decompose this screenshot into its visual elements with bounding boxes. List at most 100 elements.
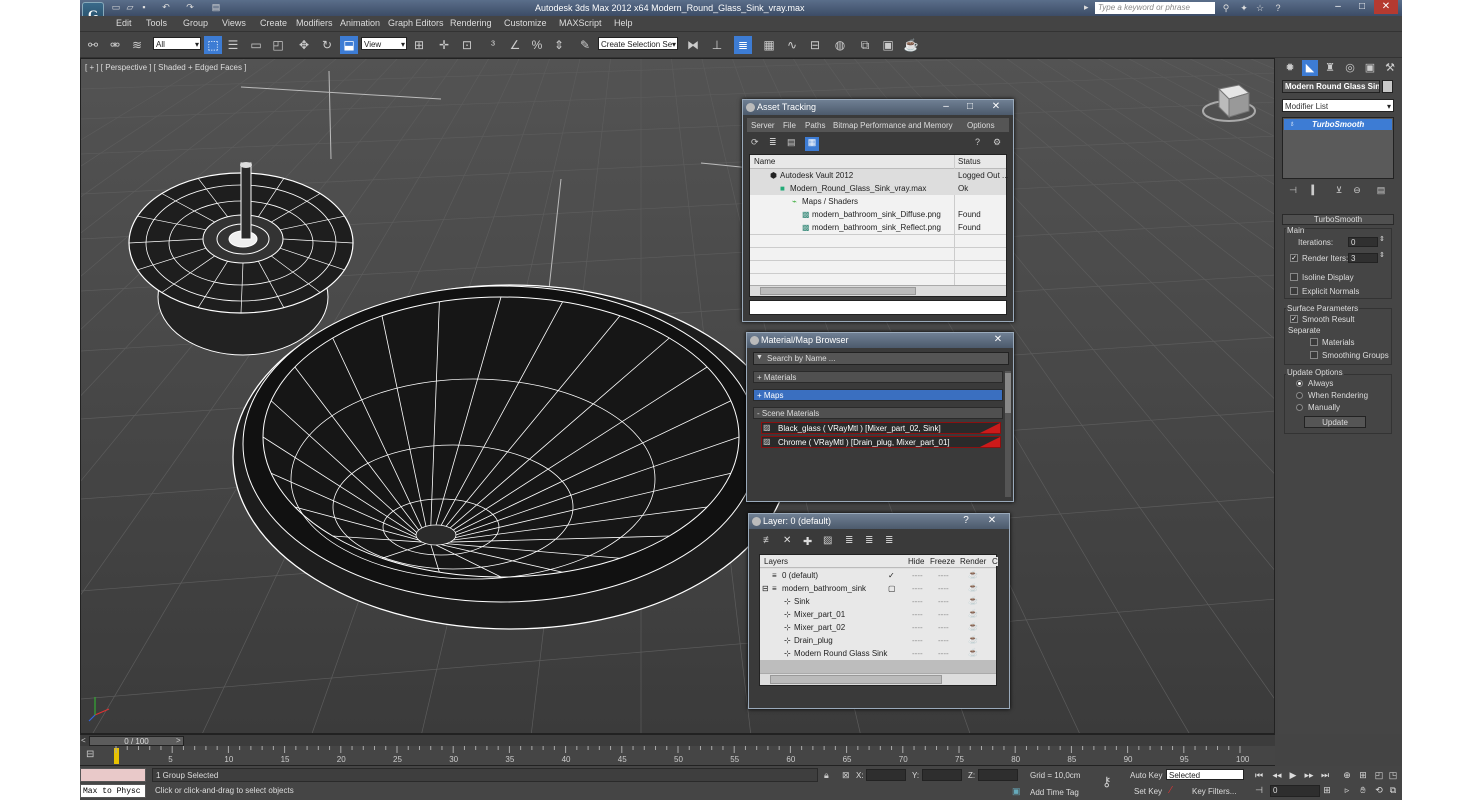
- layer-hscrollbar[interactable]: [760, 673, 996, 685]
- material-editor-icon[interactable]: ◍: [831, 36, 849, 54]
- material-row-chrome[interactable]: Chrome ( VRayMtl ) [Drain_plug, Mixer_pa…: [761, 436, 1001, 448]
- update-when-rendering-radio[interactable]: [1296, 392, 1303, 399]
- asset-row-maps[interactable]: Maps / Shaders: [802, 195, 858, 208]
- maximize-viewport-icon[interactable]: ⧉: [1386, 784, 1400, 796]
- tree-view-icon[interactable]: ▤: [787, 137, 799, 149]
- layer-dialog-close-button[interactable]: ✕: [985, 515, 999, 527]
- unlink-icon[interactable]: ⚮: [106, 36, 124, 54]
- menu-maxscript[interactable]: MAXScript: [559, 18, 602, 28]
- render-teapot-icon[interactable]: ☕: [968, 609, 978, 618]
- zoom-all-icon[interactable]: ⊞: [1356, 769, 1370, 781]
- rect-selection-icon[interactable]: ▭: [247, 36, 265, 54]
- maximize-button[interactable]: □: [1350, 0, 1374, 14]
- active-layer-check-icon[interactable]: ✓: [888, 569, 895, 582]
- iterations-spinner-arrows-icon[interactable]: ⇕: [1379, 235, 1385, 243]
- isoline-display-checkbox[interactable]: [1290, 273, 1298, 281]
- time-slider-track[interactable]: < 0 / 100 >: [80, 734, 1275, 746]
- reference-coordinate-dropdown[interactable]: View: [361, 37, 407, 51]
- render-iters-checkbox[interactable]: ✓: [1290, 254, 1298, 262]
- section-materials[interactable]: + Materials: [753, 371, 1003, 383]
- explicit-normals-checkbox[interactable]: [1290, 287, 1298, 295]
- search-input[interactable]: Type a keyword or phrase: [1095, 2, 1215, 14]
- minimize-button[interactable]: –: [1326, 0, 1350, 14]
- asset-col-status[interactable]: Status: [958, 157, 981, 166]
- named-selection-dropdown[interactable]: Create Selection Se: [598, 37, 678, 51]
- new-layer-icon[interactable]: ≢: [763, 535, 773, 546]
- key-mode-toggle-icon[interactable]: ⊣: [1252, 784, 1266, 796]
- select-object-icon[interactable]: ⬚: [204, 36, 222, 54]
- zoom-icon[interactable]: ⊕: [1340, 769, 1354, 781]
- set-current-layer-icon[interactable]: ▢: [888, 582, 896, 595]
- key-mode-icon[interactable]: ⚷: [1102, 774, 1112, 790]
- update-always-radio[interactable]: [1296, 380, 1303, 387]
- at-settings-icon[interactable]: ⚙: [993, 137, 1001, 148]
- layer-manager-icon[interactable]: ≣: [734, 36, 752, 54]
- pan-icon[interactable]: ✋︎: [1356, 784, 1370, 796]
- save-icon[interactable]: ▪: [138, 2, 150, 13]
- hide-flag[interactable]: ----: [912, 584, 923, 593]
- object-color-swatch[interactable]: [1382, 80, 1393, 93]
- at-menu-file[interactable]: File: [783, 121, 796, 130]
- bulb-icon[interactable]: ♁: [1289, 120, 1297, 128]
- render-teapot-icon[interactable]: ☕: [968, 596, 978, 605]
- modifier-list-dropdown[interactable]: Modifier List: [1282, 99, 1394, 113]
- schematic-view-icon[interactable]: ⊟: [806, 36, 824, 54]
- binoculars-icon[interactable]: ⚲: [1220, 2, 1232, 14]
- hide-flag[interactable]: ----: [912, 597, 923, 606]
- undo-icon[interactable]: ↶: [160, 2, 172, 13]
- hide-flag[interactable]: ----: [912, 571, 923, 580]
- scale-icon[interactable]: ⬓: [340, 36, 358, 54]
- move-icon[interactable]: ✥: [295, 36, 313, 54]
- freeze-flag[interactable]: ----: [938, 610, 949, 619]
- percent-snap-icon[interactable]: %: [528, 36, 546, 54]
- spinner-snap-icon[interactable]: ⇕: [550, 36, 568, 54]
- highlight-layer-icon[interactable]: ≣: [845, 535, 853, 546]
- menu-views[interactable]: Views: [222, 18, 246, 28]
- help-icon[interactable]: ?: [1272, 2, 1284, 14]
- object-name-field[interactable]: Modern Round Glass Sink: [1282, 80, 1380, 93]
- asset-row-vault[interactable]: Autodesk Vault 2012: [780, 169, 853, 182]
- asset-row-reflect[interactable]: modern_bathroom_sink_Reflect.png: [812, 221, 941, 234]
- list-view-icon[interactable]: ≣: [769, 137, 781, 149]
- absolute-mode-icon[interactable]: ⊠: [842, 770, 850, 781]
- menu-group[interactable]: Group: [183, 18, 208, 28]
- object-name-drain-plug[interactable]: Drain_plug: [794, 634, 833, 647]
- zoom-extents-all-icon[interactable]: ◳: [1386, 769, 1400, 781]
- layer-col-layers[interactable]: Layers: [764, 557, 789, 566]
- layer-dialog-help-button[interactable]: ?: [959, 515, 973, 527]
- asset-row-max-file[interactable]: Modern_Round_Glass_Sink_vray.max: [790, 182, 926, 195]
- at-menu-bitmap-performance[interactable]: Bitmap Performance and Memory: [833, 121, 953, 130]
- hide-flag[interactable]: ----: [912, 610, 923, 619]
- select-by-name-icon[interactable]: ☰: [224, 36, 242, 54]
- remove-modifier-icon[interactable]: ⊖: [1350, 184, 1364, 196]
- play-icon[interactable]: ▶: [1286, 769, 1300, 781]
- rendered-frame-icon[interactable]: ▣: [879, 36, 897, 54]
- star-icon[interactable]: ☆: [1254, 2, 1266, 14]
- track-bar[interactable]: ⊟ 5 10 15 20 25 30 35 40 45 50 55 60 65 70 75 80 85 90 95 1…: [80, 746, 1275, 766]
- asset-hscrollbar[interactable]: [750, 285, 1006, 296]
- add-to-layer-icon[interactable]: ✚: [803, 535, 812, 548]
- menu-edit[interactable]: Edit: [116, 18, 132, 28]
- align-icon[interactable]: ⊥: [708, 36, 726, 54]
- material-vscroll-thumb[interactable]: [1005, 373, 1011, 413]
- rotate-icon[interactable]: ↻: [318, 36, 336, 54]
- asset-tracking-maximize-button[interactable]: □: [963, 101, 977, 113]
- curve-editor-icon[interactable]: ∿: [783, 36, 801, 54]
- rollout-turbosmooth-header[interactable]: TurboSmooth: [1282, 214, 1394, 225]
- asset-path-field[interactable]: [749, 300, 1007, 315]
- menu-rendering[interactable]: Rendering: [450, 18, 492, 28]
- create-tab-icon[interactable]: ✹: [1282, 60, 1298, 76]
- collapse-icon[interactable]: ⊟: [762, 582, 769, 595]
- freeze-flag[interactable]: ----: [938, 636, 949, 645]
- make-unique-icon[interactable]: ⊻: [1332, 184, 1346, 196]
- maxscript-listener-input[interactable]: Max to Physc: [80, 784, 146, 798]
- snap-toggle-icon[interactable]: ³: [484, 36, 502, 54]
- freeze-flag[interactable]: ----: [938, 649, 949, 658]
- goto-end-icon[interactable]: ⏭︎: [1318, 769, 1332, 781]
- menu-animation[interactable]: Animation: [340, 18, 380, 28]
- smooth-result-checkbox[interactable]: ✓: [1290, 315, 1298, 323]
- field-of-view-icon[interactable]: ▹: [1340, 784, 1354, 796]
- at-menu-server[interactable]: Server: [751, 121, 775, 130]
- x-coord-field[interactable]: [866, 769, 906, 781]
- next-key-icon[interactable]: ▸▸: [1302, 769, 1316, 781]
